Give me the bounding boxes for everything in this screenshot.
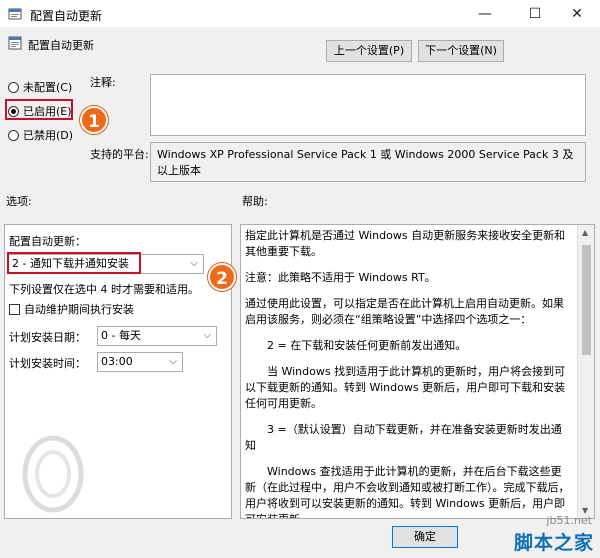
- help-panel: 指定此计算机是否通过 Windows 自动更新服务来接收安全更新和其他重要下载。…: [240, 224, 595, 519]
- help-paragraph: 指定此计算机是否通过 Windows 自动更新服务来接收安全更新和其他重要下载。: [245, 229, 566, 258]
- radio-label: 已启用(E): [23, 105, 72, 118]
- policy-app-icon: [8, 8, 22, 20]
- chevron-down-icon: ⌵: [169, 356, 177, 367]
- decorative-swirl-icon: [22, 435, 84, 513]
- maintenance-checkbox-label: 自动维护期间执行安装: [24, 303, 134, 316]
- help-scrollbar[interactable]: ▲ ▼: [577, 225, 594, 518]
- previous-setting-button[interactable]: 上一个设置(P): [326, 40, 412, 62]
- callout-2-badge: 2: [208, 263, 236, 291]
- help-paragraph: 2 = 在下载和安装任何更新前发出通知。: [267, 339, 467, 352]
- help-paragraph: 注意：此策略不适用于 Windows RT。: [245, 271, 436, 284]
- radio-indicator[interactable]: [8, 81, 19, 93]
- schedule-day-label: 计划安装日期：: [9, 331, 86, 344]
- radio-disabled[interactable]: 已禁用(D): [8, 127, 73, 143]
- schedule-time-select[interactable]: 03:00 ⌵: [97, 352, 183, 372]
- help-paragraph: 通过使用此设置，可以指定是否在此计算机上启用自动更新。如果启用该服务，则必须在“…: [245, 297, 564, 326]
- policy-icon: [8, 36, 22, 50]
- help-paragraph: 3 =（默认设置）自动下载更新，并在准备安装更新时发出通知: [245, 423, 562, 452]
- radio-not-configured[interactable]: 未配置(C): [8, 79, 72, 95]
- title-bar: 配置自动更新 — ☐ ✕: [0, 0, 600, 28]
- select-value: 0 - 每天: [101, 329, 141, 342]
- option-note: 下列设置仅在选中 4 时才需要和适用。: [9, 283, 199, 296]
- select-value: 03:00: [101, 355, 133, 368]
- dialog-body: 配置自动更新 上一个设置(P) 下一个设置(N) 未配置(C) 已启用(E) 已…: [0, 28, 600, 558]
- radio-label: 已禁用(D): [23, 129, 74, 142]
- radio-label: 未配置(C): [23, 81, 73, 94]
- configure-updates-label: 配置自动更新：: [9, 235, 86, 248]
- help-text: 指定此计算机是否通过 Windows 自动更新服务来接收安全更新和其他重要下载。…: [245, 228, 571, 518]
- platform-text: Windows XP Professional Service Pack 1 或…: [150, 142, 586, 182]
- maintenance-checkbox-row[interactable]: 自动维护期间执行安装: [9, 301, 134, 317]
- platform-label: 支持的平台:: [90, 148, 149, 161]
- watermark-domain: jb51.net: [546, 514, 592, 527]
- comment-label: 注释:: [90, 76, 116, 89]
- help-paragraph: Windows 查找适用于此计算机的更新，并在后台下载这些更新（在此过程中，用户…: [245, 465, 570, 518]
- scroll-thumb[interactable]: [582, 245, 591, 355]
- radio-indicator[interactable]: [8, 129, 19, 141]
- chevron-down-icon: ⌵: [190, 258, 198, 269]
- radio-indicator[interactable]: [8, 105, 19, 117]
- window-title: 配置自动更新: [30, 9, 103, 23]
- schedule-time-label: 计划安装时间：: [9, 357, 86, 370]
- next-setting-button[interactable]: 下一个设置(N): [418, 40, 504, 62]
- ok-button[interactable]: 确定: [392, 526, 458, 548]
- chevron-down-icon: ⌵: [203, 330, 211, 341]
- watermark: jb51.net 脚本之家: [490, 512, 600, 558]
- radio-enabled[interactable]: 已启用(E): [8, 103, 72, 119]
- policy-title: 配置自动更新: [28, 39, 94, 52]
- highlight-box-select: [7, 252, 141, 274]
- help-paragraph: 当 Windows 找到适用于此计算机的更新时，用户将会接到可以下载更新的通知。…: [245, 365, 566, 410]
- schedule-day-select[interactable]: 0 - 每天 ⌵: [97, 326, 217, 346]
- help-section-label: 帮助:: [242, 195, 268, 208]
- callout-1-badge: 1: [80, 106, 108, 134]
- options-section-label: 选项:: [6, 195, 32, 208]
- maintenance-checkbox[interactable]: [9, 303, 20, 315]
- close-button[interactable]: ✕: [554, 0, 600, 28]
- comment-textarea[interactable]: [150, 74, 586, 136]
- minimize-button[interactable]: —: [462, 0, 508, 28]
- scroll-up-icon[interactable]: ▲: [582, 228, 588, 237]
- watermark-brand: 脚本之家: [513, 532, 594, 554]
- maximize-button[interactable]: ☐: [512, 0, 558, 28]
